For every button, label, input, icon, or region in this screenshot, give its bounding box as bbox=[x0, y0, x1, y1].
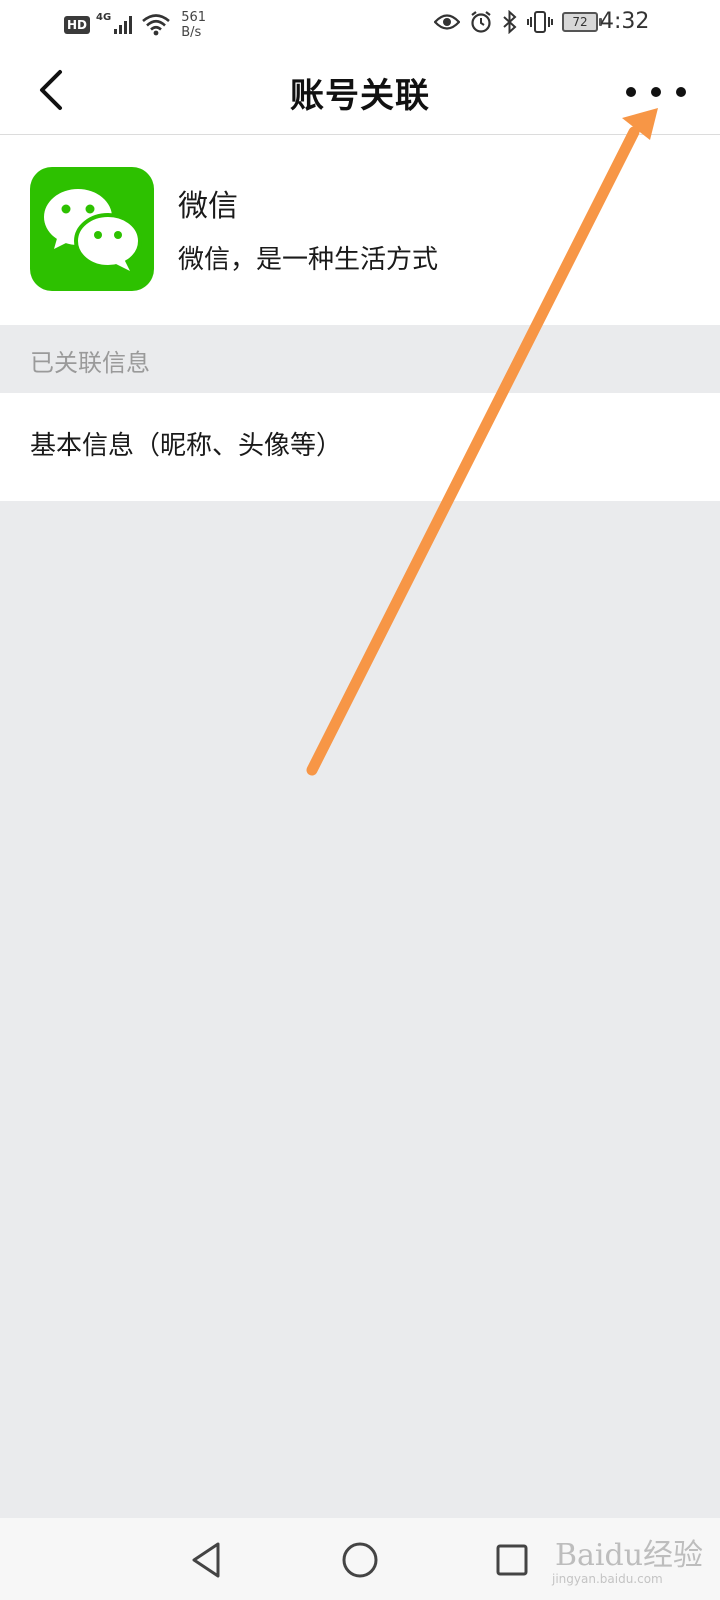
status-bar: HD 4G 561 B/s 72 4:32 bbox=[0, 0, 720, 48]
network-speed: 561 B/s bbox=[181, 10, 206, 40]
more-options-button[interactable] bbox=[626, 74, 686, 110]
speed-unit: B/s bbox=[181, 25, 202, 40]
status-left-group: HD 4G 561 B/s bbox=[64, 8, 206, 42]
vibrate-icon bbox=[527, 11, 553, 33]
page-title: 账号关联 bbox=[290, 76, 430, 116]
app-name: 微信 bbox=[178, 189, 238, 224]
section-header-label: 已关联信息 bbox=[30, 349, 150, 377]
circle-home-icon[interactable] bbox=[338, 1538, 382, 1582]
app-info-card: 微信 微信，是一种生活方式 bbox=[0, 135, 720, 325]
bluetooth-icon bbox=[503, 10, 517, 34]
hd-badge: HD bbox=[64, 16, 91, 34]
clock: 4:32 bbox=[600, 9, 650, 34]
signal-icon bbox=[114, 16, 133, 34]
list-item-label: 基本信息（昵称、头像等） bbox=[30, 431, 343, 461]
square-recents-icon[interactable] bbox=[490, 1538, 534, 1582]
watermark-logo: Baidu经验 bbox=[555, 1538, 704, 1573]
battery-level: 72 bbox=[572, 15, 588, 29]
app-header: 账号关联 bbox=[0, 48, 720, 135]
app-description: 微信，是一种生活方式 bbox=[178, 245, 439, 275]
ellipsis-icon-dot bbox=[676, 87, 686, 97]
ellipsis-icon-dot bbox=[651, 87, 661, 97]
network-type: 4G bbox=[96, 11, 112, 23]
wechat-logo-icon bbox=[30, 167, 154, 291]
list-item-basic-info[interactable]: 基本信息（昵称、头像等） bbox=[0, 393, 720, 501]
speed-value: 561 bbox=[181, 10, 207, 25]
alarm-icon bbox=[471, 11, 491, 33]
triangle-back-icon[interactable] bbox=[186, 1538, 230, 1582]
watermark-url: jingyan.baidu.com bbox=[552, 1572, 663, 1586]
battery-indicator: 72 bbox=[562, 12, 602, 32]
section-header: 已关联信息 bbox=[0, 325, 720, 393]
ellipsis-icon bbox=[626, 87, 636, 97]
wifi-icon bbox=[142, 14, 171, 36]
status-right-group: 72 bbox=[434, 10, 602, 34]
eye-icon bbox=[434, 14, 460, 30]
